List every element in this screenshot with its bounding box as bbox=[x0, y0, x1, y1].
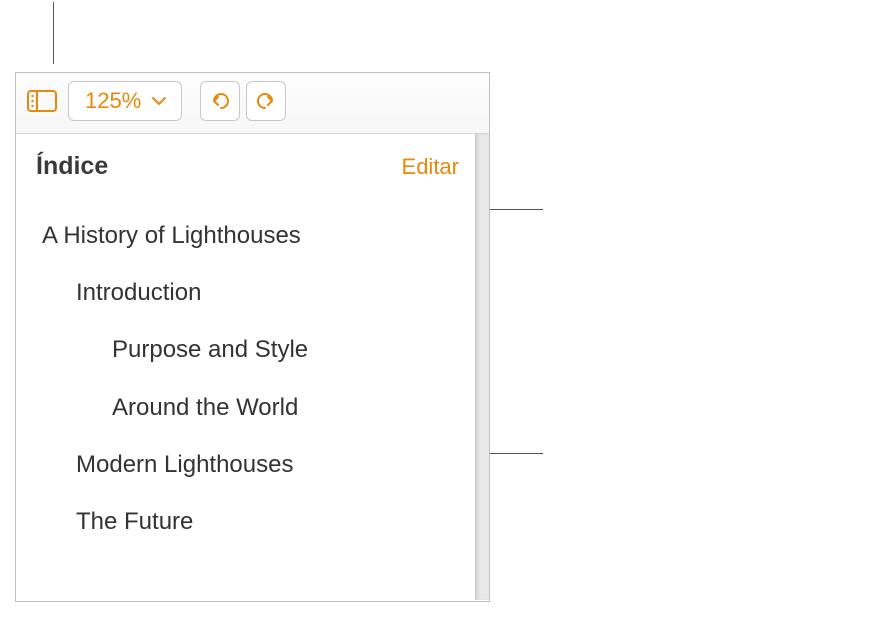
sidebar-icon bbox=[27, 88, 57, 114]
toc-item[interactable]: Purpose and Style bbox=[36, 321, 459, 378]
toc-item[interactable]: A History of Lighthouses bbox=[36, 207, 459, 264]
undo-button[interactable] bbox=[200, 81, 240, 121]
zoom-value: 125% bbox=[85, 88, 141, 114]
toolbar: 125% bbox=[16, 73, 489, 133]
zoom-select[interactable]: 125% bbox=[68, 81, 182, 121]
undo-redo-group bbox=[200, 81, 286, 121]
view-menu-button[interactable] bbox=[26, 87, 58, 115]
toc-item[interactable]: Around the World bbox=[36, 379, 459, 436]
index-header: Índice Editar bbox=[36, 152, 459, 181]
redo-icon bbox=[254, 89, 278, 113]
redo-button[interactable] bbox=[246, 81, 286, 121]
toc-item[interactable]: The Future bbox=[36, 493, 459, 550]
callout-leader bbox=[53, 2, 54, 64]
toc-item-label: Modern Lighthouses bbox=[76, 451, 293, 478]
index-title: Índice bbox=[36, 152, 108, 181]
document-edge bbox=[475, 134, 489, 600]
index-content: Índice Editar A History of Lighthouses I… bbox=[16, 134, 475, 600]
chevron-down-icon bbox=[151, 96, 167, 106]
toc-item-label: Introduction bbox=[76, 279, 201, 306]
index-area: Índice Editar A History of Lighthouses I… bbox=[16, 134, 489, 600]
edit-button[interactable]: Editar bbox=[402, 154, 459, 180]
sidebar-panel: 125% bbox=[15, 72, 490, 602]
toc-list: A History of Lighthouses Introduction Pu… bbox=[36, 207, 459, 550]
toc-item-label: Around the World bbox=[112, 394, 298, 421]
toc-item[interactable]: Modern Lighthouses bbox=[36, 436, 459, 493]
undo-icon bbox=[208, 89, 232, 113]
toc-item[interactable]: Introduction bbox=[36, 264, 459, 321]
toc-item-label: A History of Lighthouses bbox=[42, 222, 301, 249]
toc-item-label: The Future bbox=[76, 508, 193, 535]
toc-item-label: Purpose and Style bbox=[112, 336, 308, 363]
